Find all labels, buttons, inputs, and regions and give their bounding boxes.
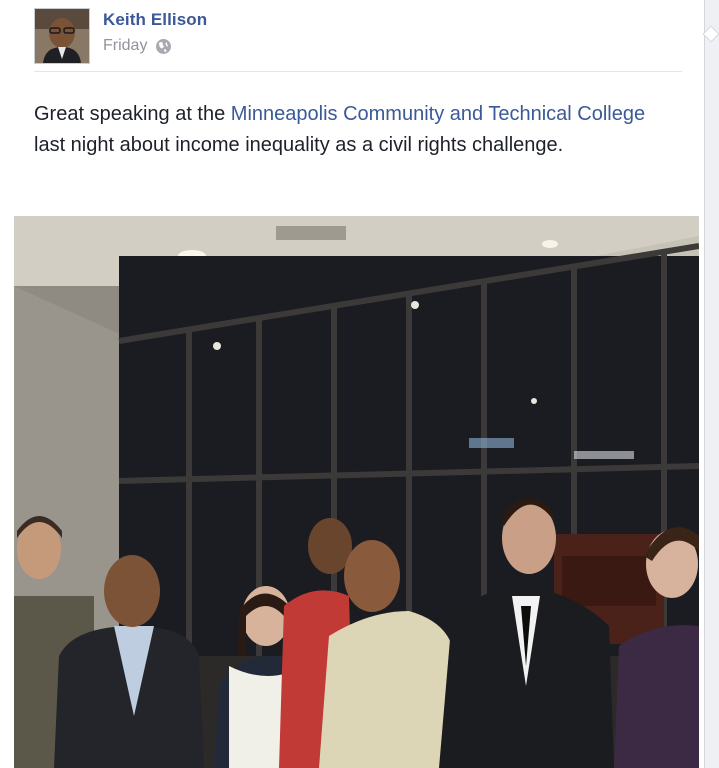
post-text-rest: last night about income inequality as a … bbox=[34, 134, 564, 156]
avatar-photo bbox=[35, 9, 89, 63]
college-link[interactable]: Minneapolis Community and Technical Coll… bbox=[231, 103, 645, 125]
post-text: Great speaking at the Minneapolis Commun… bbox=[34, 99, 674, 161]
author-name[interactable]: Keith Ellison bbox=[103, 10, 207, 30]
timeline-notch bbox=[702, 25, 719, 43]
post-photo[interactable] bbox=[14, 216, 699, 768]
author-avatar[interactable] bbox=[34, 8, 90, 64]
post-card: Keith Ellison Friday Great speaking at t… bbox=[0, 0, 705, 768]
globe-icon[interactable] bbox=[155, 38, 172, 55]
post-text-intro: Great speaking at the bbox=[34, 103, 231, 125]
post-meta: Friday bbox=[103, 37, 172, 55]
right-scroll-strip bbox=[702, 0, 719, 768]
group-photo-image bbox=[14, 216, 699, 768]
header-divider bbox=[34, 71, 682, 72]
post-timestamp[interactable]: Friday bbox=[103, 37, 147, 55]
